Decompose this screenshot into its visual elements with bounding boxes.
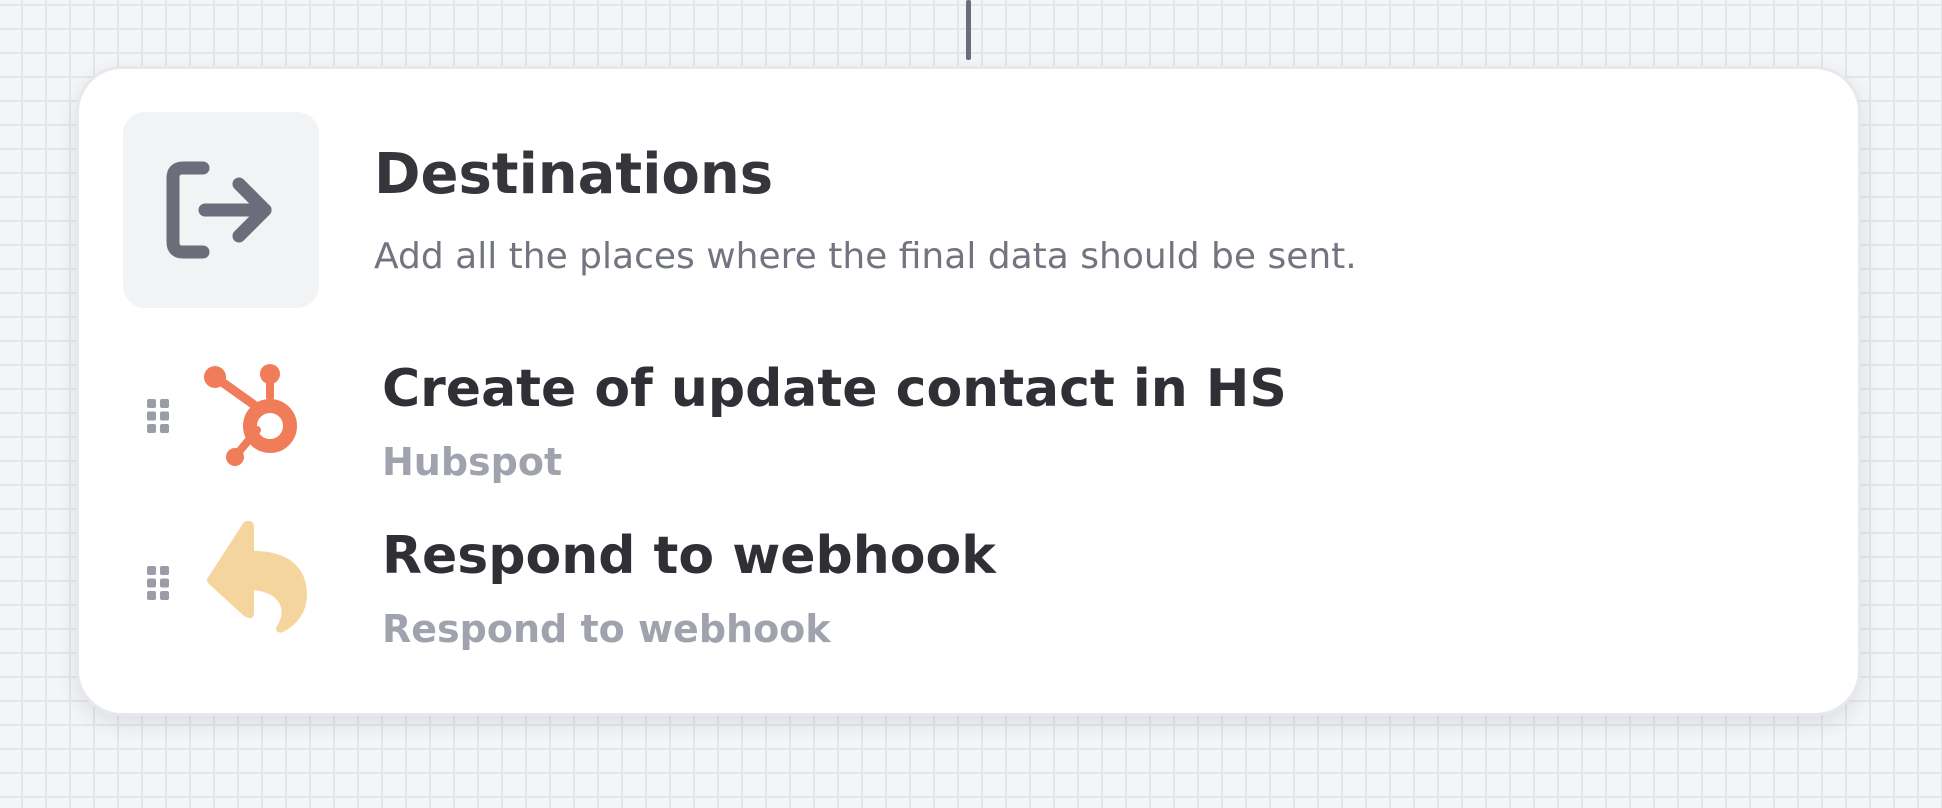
destinations-subtitle: Add all the places where the final data … bbox=[374, 236, 1357, 277]
destination-subtitle: Respond to webhook bbox=[382, 607, 831, 651]
drag-handle-icon[interactable] bbox=[147, 399, 169, 433]
destination-item-webhook[interactable]: Respond to webhook Respond to webhook bbox=[79, 514, 1179, 664]
exit-arrow-icon bbox=[166, 161, 272, 259]
flow-connector-line bbox=[966, 0, 971, 60]
drag-handle-icon[interactable] bbox=[147, 566, 169, 600]
destination-title: Create of update contact in HS bbox=[382, 359, 1287, 419]
hubspot-icon bbox=[204, 364, 297, 466]
destinations-title: Destinations bbox=[374, 142, 774, 207]
destinations-card: Destinations Add all the places where th… bbox=[76, 66, 1861, 716]
destination-subtitle: Hubspot bbox=[382, 440, 563, 484]
destination-item-hubspot[interactable]: Create of update contact in HS Hubspot bbox=[79, 347, 1287, 497]
reply-arrow-icon bbox=[207, 520, 307, 633]
destinations-icon-box bbox=[123, 112, 319, 308]
destination-title: Respond to webhook bbox=[382, 526, 996, 586]
